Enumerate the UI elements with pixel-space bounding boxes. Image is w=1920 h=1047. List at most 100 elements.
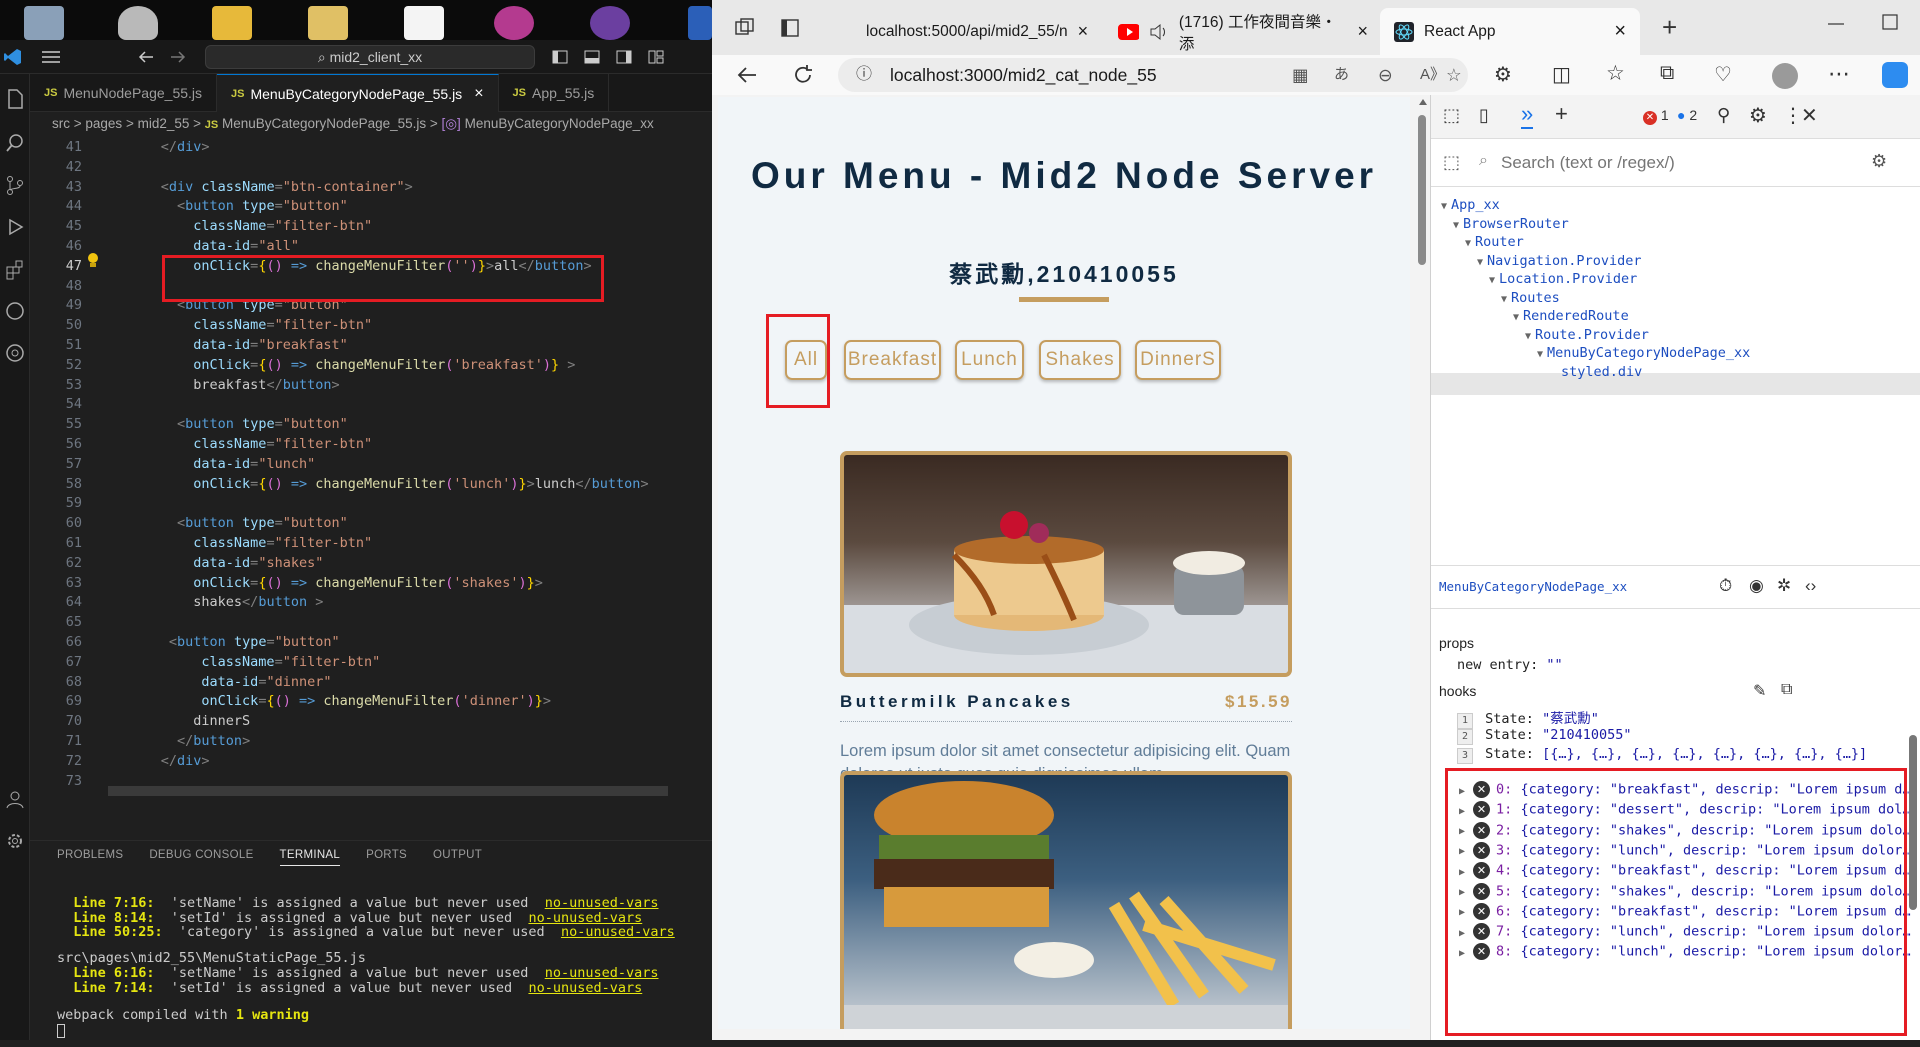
browser-essentials-icon[interactable]: ♡: [1714, 62, 1732, 87]
filter-button-breakfast[interactable]: Breakfast: [844, 340, 941, 380]
tab-output[interactable]: OUTPUT: [433, 849, 482, 866]
tree-node[interactable]: ▼ Route.Provider: [1525, 327, 1649, 343]
filter-button-dinner[interactable]: DinnerS: [1135, 340, 1221, 380]
close-devtools-icon[interactable]: ✕: [1801, 103, 1818, 128]
tree-node[interactable]: ▼ Location.Provider: [1489, 271, 1637, 287]
folder-icon[interactable]: [308, 6, 348, 40]
code-line[interactable]: 42: [30, 158, 710, 178]
tab-actions-icon[interactable]: [780, 18, 800, 38]
more-tools-icon[interactable]: »: [1521, 101, 1534, 129]
tree-node[interactable]: ▼ Navigation.Provider: [1477, 253, 1641, 269]
code-line[interactable]: 72 </div>: [30, 752, 710, 772]
tab-terminal[interactable]: TERMINAL: [279, 849, 341, 866]
code-line[interactable]: 44 <button type="button": [30, 197, 710, 217]
extensions-icon[interactable]: [4, 258, 26, 280]
tree-node[interactable]: ▼ Routes: [1501, 290, 1560, 306]
expand-triangle-icon[interactable]: ▼: [1453, 220, 1459, 231]
breadcrumb-item[interactable]: src: [52, 116, 70, 131]
maximize-icon[interactable]: [1882, 14, 1898, 30]
explorer-icon[interactable]: [4, 88, 26, 110]
favorites-icon[interactable]: ☆: [1606, 61, 1625, 86]
code-line[interactable]: 71 </button>: [30, 732, 710, 752]
read-aloud-icon[interactable]: A》: [1420, 58, 1445, 92]
expand-triangle-icon[interactable]: ▼: [1513, 312, 1519, 323]
expand-triangle-icon[interactable]: ▼: [1477, 257, 1483, 268]
parse-hooks-icon[interactable]: ✎: [1753, 681, 1766, 701]
filter-button-shakes[interactable]: Shakes: [1039, 340, 1121, 380]
tree-node[interactable]: ▼ MenuByCategoryNodePage_xx: [1537, 345, 1750, 361]
code-line[interactable]: 54: [30, 395, 710, 415]
copy-icon[interactable]: ⧉: [1781, 681, 1792, 699]
toggle-sidebar-icon[interactable]: [552, 50, 568, 64]
view-source-icon[interactable]: ‹›: [1805, 576, 1816, 596]
lightbulb-icon[interactable]: [86, 252, 100, 270]
tree-node[interactable]: ▼ BrowserRouter: [1453, 216, 1569, 232]
settings-gear-icon[interactable]: [4, 830, 26, 852]
code-line[interactable]: 61 className="filter-btn": [30, 534, 710, 554]
code-line[interactable]: 52 onClick={() => changeMenuFilter('brea…: [30, 356, 710, 376]
code-line[interactable]: 62 data-id="shakes": [30, 554, 710, 574]
settings-gear-icon[interactable]: ⚙: [1871, 151, 1887, 172]
forward-arrow-icon[interactable]: [170, 50, 186, 64]
word-icon[interactable]: [688, 6, 712, 40]
tab-debug-console[interactable]: DEBUG CONSOLE: [149, 849, 253, 866]
copilot-icon[interactable]: [1882, 62, 1908, 88]
select-element-icon[interactable]: ⬚: [1443, 152, 1460, 173]
close-tab-icon[interactable]: ×: [1078, 21, 1089, 42]
inspect-eye-icon[interactable]: ◉: [1749, 576, 1764, 596]
document-icon[interactable]: [404, 6, 444, 40]
toggle-secondary-sidebar-icon[interactable]: [616, 50, 632, 64]
search-icon[interactable]: [4, 132, 26, 154]
menu-icon[interactable]: [42, 50, 60, 64]
code-line[interactable]: 59: [30, 494, 710, 514]
settings-gear-icon[interactable]: ⚙: [1749, 103, 1767, 128]
new-tab-icon[interactable]: +: [1662, 12, 1677, 43]
editor-tab-app[interactable]: JS App_55.js: [499, 74, 610, 112]
code-line[interactable]: 51 data-id="breakfast": [30, 336, 710, 356]
tree-node[interactable]: styled.div: [1561, 364, 1642, 380]
code-line[interactable]: 57 data-id="lunch": [30, 455, 710, 475]
command-center-search[interactable]: ⌕ mid2_client_xx: [205, 45, 535, 69]
tab-ports[interactable]: PORTS: [366, 849, 407, 866]
editor-tab-menunodepage[interactable]: JS MenuNodePage_55.js: [30, 74, 218, 112]
source-control-icon[interactable]: [4, 174, 26, 196]
code-line[interactable]: 65: [30, 613, 710, 633]
app-available-icon[interactable]: ▦: [1292, 58, 1309, 92]
code-line[interactable]: 43 <div className="btn-container">: [30, 178, 710, 198]
breadcrumb-item[interactable]: MenuByCategoryNodePage_xx: [465, 116, 654, 131]
inspect-device-icon[interactable]: ⬚: [1443, 105, 1460, 126]
hook-row[interactable]: 3 State: [{…}, {…}, {…}, {…}, {…}, {…}, …: [1457, 746, 1867, 764]
editor-tab-menubycategorynodepage[interactable]: JS MenuByCategoryNodePage_55.js ×: [217, 74, 499, 112]
zoom-out-icon[interactable]: ⊖: [1378, 58, 1393, 92]
tab-problems[interactable]: PROBLEMS: [57, 849, 123, 866]
code-line[interactable]: 58 onClick={() => changeMenuFilter('lunc…: [30, 475, 710, 495]
device-emulation-icon[interactable]: ▯: [1479, 105, 1489, 126]
breadcrumb-item[interactable]: pages: [85, 116, 122, 131]
suspend-timer-icon[interactable]: ⏱: [1719, 576, 1732, 596]
code-line[interactable]: 67 className="filter-btn": [30, 653, 710, 673]
debug-bug-icon[interactable]: ✲: [1777, 576, 1791, 596]
code-line[interactable]: 70 dinnerS: [30, 712, 710, 732]
back-arrow-icon[interactable]: [138, 50, 154, 64]
recycle-bin-icon[interactable]: [24, 6, 64, 40]
run-debug-icon[interactable]: [4, 216, 26, 238]
breadcrumb-item[interactable]: MenuByCategoryNodePage_55.js: [222, 116, 426, 131]
edge-devtools-icon[interactable]: [4, 300, 26, 322]
minimize-icon[interactable]: [1828, 22, 1844, 26]
code-line[interactable]: 55 <button type="button": [30, 415, 710, 435]
code-line[interactable]: 69 onClick={() => changeMenuFilter('dinn…: [30, 692, 710, 712]
browser-tab-api[interactable]: localhost:5000/api/mid2_55/n ×: [842, 8, 1092, 55]
expand-triangle-icon[interactable]: ▼: [1465, 238, 1471, 249]
chatgpt-icon[interactable]: [4, 342, 26, 364]
extensions-icon[interactable]: ⚙: [1494, 62, 1512, 87]
code-line[interactable]: 50 className="filter-btn": [30, 316, 710, 336]
close-tab-icon[interactable]: ×: [1357, 21, 1368, 42]
drive-icon[interactable]: [118, 6, 158, 40]
close-tab-icon[interactable]: ×: [1614, 20, 1626, 43]
devtools-scrollbar-thumb[interactable]: [1909, 735, 1917, 910]
favorite-star-icon[interactable]: ☆: [1446, 58, 1462, 92]
code-line[interactable]: 60 <button type="button": [30, 514, 710, 534]
tree-node[interactable]: ▼ Router: [1465, 234, 1524, 250]
app-icon[interactable]: [494, 6, 534, 40]
hook-row[interactable]: 2 State: "210410055": [1457, 727, 1631, 745]
